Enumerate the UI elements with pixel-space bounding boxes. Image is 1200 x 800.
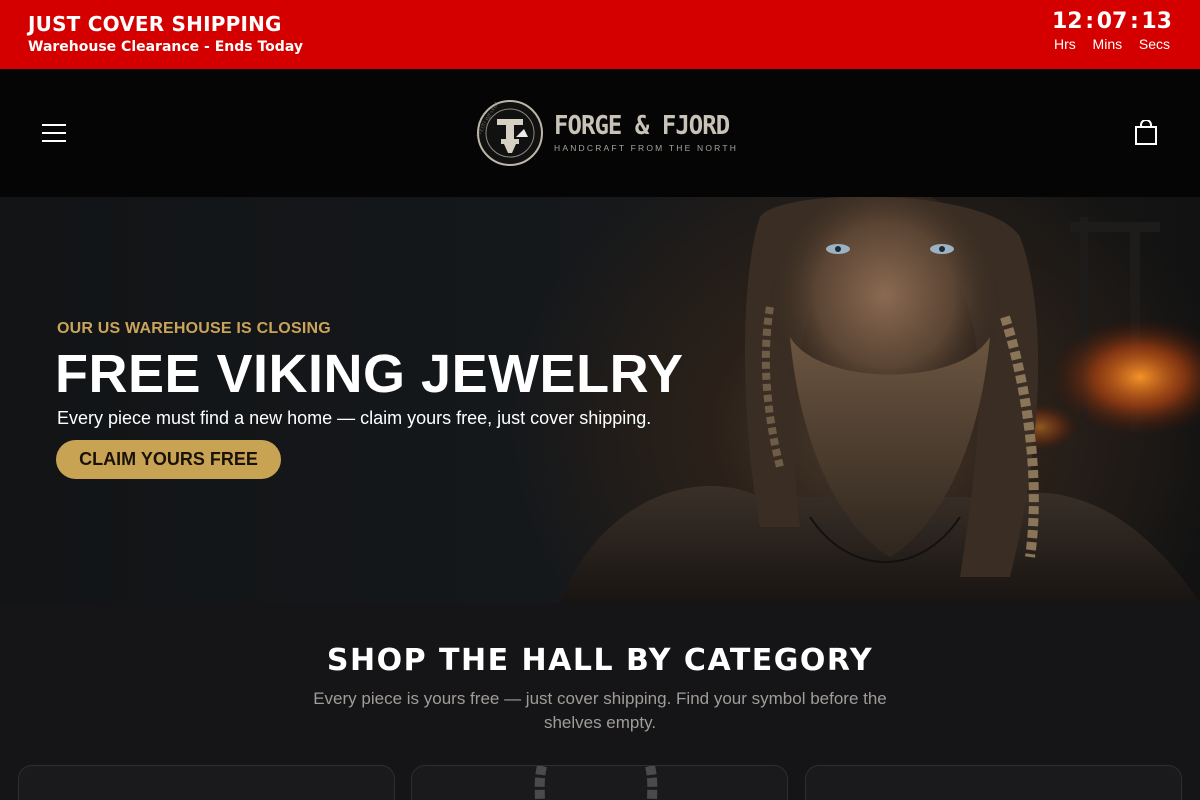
category-card[interactable]: [805, 765, 1182, 800]
category-section-intro: Every piece is yours free — just cover s…: [313, 689, 887, 732]
timer-minutes-label: Mins: [1092, 36, 1123, 52]
claim-yours-free-button[interactable]: CLAIM YOURS FREE: [56, 440, 281, 479]
thors-hammer-emblem-icon: ᛋᛟᚱᚷᛖᚨᚾᛞᚠᛃᛟᚱᛞ: [476, 100, 543, 166]
shopping-bag-icon[interactable]: [1134, 120, 1158, 146]
chain-necklace-image: [534, 766, 658, 800]
timer-minutes: 07: [1096, 9, 1128, 34]
brand-tagline: HANDCRAFT FROM THE NORTH: [554, 143, 739, 153]
category-section-title: SHOP THE HALL BY CATEGORY: [326, 643, 874, 678]
timer-hours-label: Hrs: [1054, 36, 1076, 52]
countdown-timer: 12 : 07 : 13 Hrs Mins Secs: [1052, 9, 1172, 52]
category-card[interactable]: [411, 765, 788, 800]
timer-hours: 12: [1052, 9, 1083, 34]
brand-name: FORGE & FJORD: [554, 111, 730, 141]
hero-description: Every piece must find a new home — claim…: [57, 408, 652, 428]
hero-eyebrow: OUR US WAREHOUSE IS CLOSING: [57, 320, 331, 337]
timer-separator: :: [1129, 9, 1139, 34]
category-card[interactable]: [18, 765, 395, 800]
timer-seconds: 13: [1141, 9, 1172, 34]
announcement-subline: Warehouse Clearance - Ends Today: [28, 39, 303, 55]
announcement-bar: JUST COVER SHIPPING Warehouse Clearance …: [0, 0, 1200, 69]
hamburger-menu-icon[interactable]: [40, 121, 68, 145]
hero-banner: OUR US WAREHOUSE IS CLOSING FREE VIKING …: [0, 197, 1200, 603]
announcement-headline: JUST COVER SHIPPING: [28, 12, 282, 36]
timer-separator: :: [1085, 9, 1095, 34]
hero-title: FREE VIKING JEWELRY: [55, 344, 684, 404]
site-header: ᛋᛟᚱᚷᛖᚨᚾᛞᚠᛃᛟᚱᛞ FORGE & FJORD HANDCRAFT FR…: [0, 69, 1200, 197]
site-logo[interactable]: ᛋᛟᚱᚷᛖᚨᚾᛞᚠᛃᛟᚱᛞ FORGE & FJORD HANDCRAFT FR…: [476, 99, 736, 167]
timer-seconds-label: Secs: [1138, 36, 1170, 52]
category-section: SHOP THE HALL BY CATEGORY Every piece is…: [0, 603, 1200, 800]
